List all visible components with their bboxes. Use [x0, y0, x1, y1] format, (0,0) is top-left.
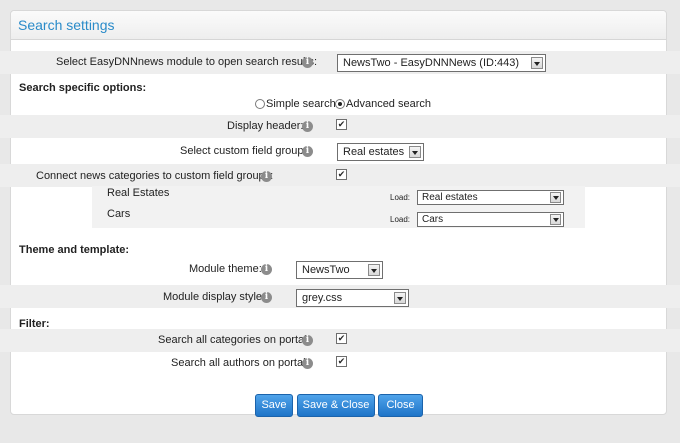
display-style-select[interactable]: grey.css — [296, 289, 409, 307]
module-theme-select[interactable]: NewsTwo — [296, 261, 383, 279]
display-style-label: Module display style: — [163, 291, 266, 303]
advanced-search-label[interactable]: Advanced search — [346, 98, 431, 110]
connect-checkbox[interactable]: ✔ — [336, 169, 347, 180]
load-label: Load: — [390, 193, 411, 202]
info-icon[interactable]: i — [261, 264, 272, 275]
info-icon[interactable]: i — [302, 358, 313, 369]
all-categories-label: Search all categories on portal: — [158, 334, 310, 346]
simple-search-label[interactable]: Simple search — [266, 98, 336, 110]
mapping-select[interactable]: Real estates — [417, 190, 564, 205]
chevron-down-icon — [550, 214, 561, 225]
info-icon[interactable]: i — [302, 146, 313, 157]
info-icon[interactable]: i — [302, 335, 313, 346]
load-label: Load: — [390, 215, 411, 224]
module-theme-value: NewsTwo — [302, 264, 350, 276]
search-options-heading: Search specific options: — [19, 82, 147, 94]
simple-search-radio[interactable] — [255, 99, 265, 109]
all-authors-label: Search all authors on portal: — [171, 357, 309, 369]
table-row: Real Estates Load: Real estates — [92, 186, 585, 207]
save-button[interactable]: Save — [255, 394, 293, 417]
all-authors-checkbox[interactable]: ✔ — [336, 356, 347, 367]
chevron-down-icon — [368, 264, 380, 276]
mapping-select[interactable]: Cars — [417, 212, 564, 227]
chevron-down-icon — [531, 57, 543, 69]
info-icon[interactable]: i — [302, 57, 313, 68]
custom-field-group-label: Select custom field group: — [180, 145, 307, 157]
display-header-checkbox[interactable]: ✔ — [336, 119, 347, 130]
mapping-category: Cars — [107, 208, 131, 220]
display-header-label: Display header: — [227, 120, 304, 132]
category-mapping-table: Real Estates Load: Real estates Cars Loa… — [92, 186, 585, 228]
info-icon[interactable]: i — [302, 121, 313, 132]
module-select-value: NewsTwo - EasyDNNNews (ID:443) — [343, 57, 520, 69]
mapping-category: Real Estates — [107, 187, 170, 199]
custom-field-group-select[interactable]: Real estates — [337, 143, 424, 161]
connect-label: Connect news categories to custom field … — [36, 170, 274, 182]
module-label: Select EasyDNNnews module to open search… — [56, 56, 318, 68]
panel-header: Search settings — [11, 11, 666, 40]
chevron-down-icon — [409, 146, 421, 158]
mapping-select-value: Real estates — [422, 192, 478, 203]
info-icon[interactable]: i — [261, 292, 272, 303]
save-close-button[interactable]: Save & Close — [297, 394, 375, 417]
mapping-select-value: Cars — [422, 214, 444, 225]
module-select[interactable]: NewsTwo - EasyDNNNews (ID:443) — [337, 54, 546, 72]
info-icon[interactable]: i — [261, 171, 272, 182]
panel-title: Search settings — [18, 17, 115, 33]
advanced-search-radio[interactable] — [335, 99, 345, 109]
module-theme-label: Module theme: — [189, 263, 262, 275]
close-button[interactable]: Close — [378, 394, 423, 417]
custom-field-group-value: Real estates — [343, 146, 405, 158]
chevron-down-icon — [550, 192, 561, 203]
theme-heading: Theme and template: — [19, 244, 130, 256]
display-style-value: grey.css — [302, 292, 343, 304]
chevron-down-icon — [394, 292, 406, 304]
table-row: Cars Load: Cars — [92, 207, 585, 228]
all-categories-checkbox[interactable]: ✔ — [336, 333, 347, 344]
